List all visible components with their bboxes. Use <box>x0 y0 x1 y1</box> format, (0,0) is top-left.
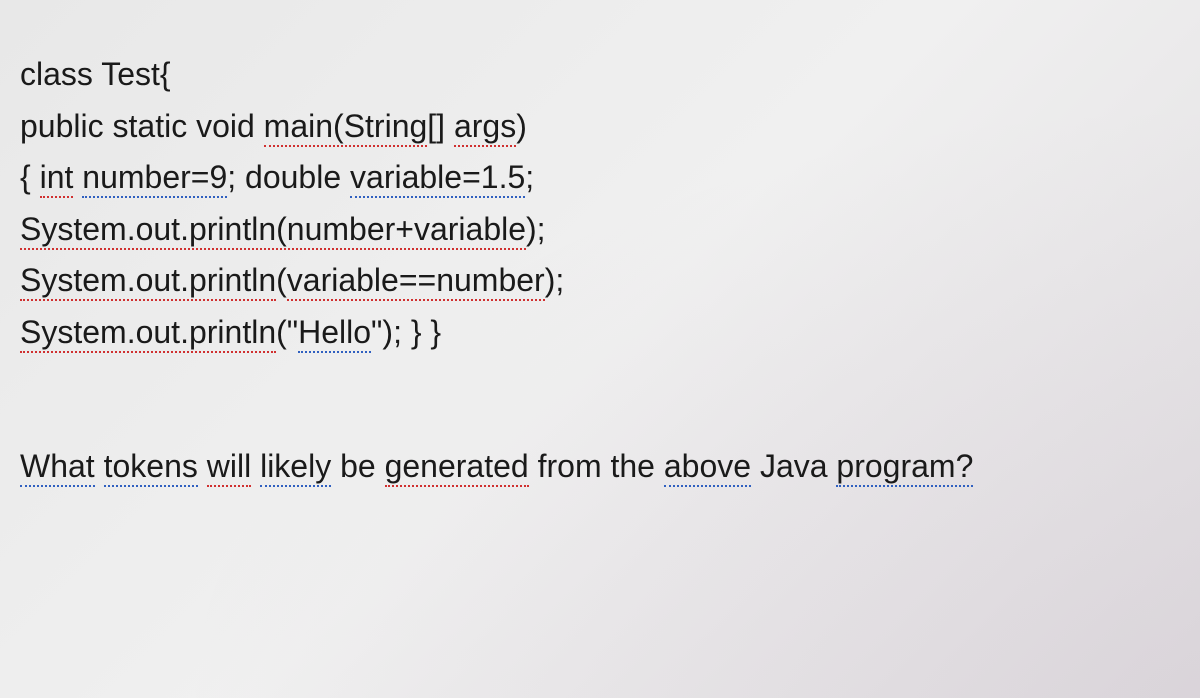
code-text: double <box>245 159 341 195</box>
space: be <box>331 448 384 484</box>
question-word: What <box>20 448 95 487</box>
code-text: ); <box>526 211 546 247</box>
question-word: likely <box>260 448 331 487</box>
code-text: void <box>196 108 255 144</box>
code-text: ( <box>276 262 287 298</box>
code-text: int <box>40 159 74 198</box>
code-text: public <box>20 108 104 144</box>
code-text: System.out.println <box>20 314 276 353</box>
code-text: { <box>20 159 31 195</box>
code-line-6: System.out.println("Hello"); } } <box>20 308 1180 358</box>
space: from the <box>529 448 664 484</box>
code-text: System.out.println(number+variable <box>20 211 526 250</box>
code-text: ; <box>227 159 236 195</box>
code-line-5: System.out.println(variable==number); <box>20 256 1180 306</box>
code-text: number=9 <box>82 159 227 198</box>
code-text: ); <box>545 262 565 298</box>
question-word: generated <box>385 448 529 487</box>
question-word: tokens <box>104 448 198 487</box>
space <box>251 448 260 484</box>
code-text: main(String <box>264 108 428 147</box>
code-text: args <box>454 108 516 147</box>
code-text: variable=1.5 <box>350 159 525 198</box>
code-text: [] <box>427 108 445 144</box>
code-line-3: { int number=9; double variable=1.5; <box>20 153 1180 203</box>
code-text: Hello <box>298 314 371 353</box>
space <box>95 448 104 484</box>
code-line-4: System.out.println(number+variable); <box>20 205 1180 255</box>
space: Java <box>751 448 836 484</box>
code-text: (" <box>276 314 298 350</box>
code-text: "); } } <box>371 314 441 350</box>
question-word: will <box>207 448 251 487</box>
code-text: class <box>20 56 93 92</box>
code-text: Test{ <box>93 56 171 92</box>
code-text: static <box>113 108 188 144</box>
code-line-1: class Test{ <box>20 50 1180 100</box>
code-text: ) <box>516 108 527 144</box>
code-block: class Test{ public static void main(Stri… <box>20 50 1180 358</box>
code-text: ; <box>525 159 534 195</box>
question-word: program? <box>836 448 973 487</box>
question-word: above <box>664 448 751 487</box>
question-text: What tokens will likely be generated fro… <box>20 448 1180 485</box>
code-line-2: public static void main(String[] args) <box>20 102 1180 152</box>
space <box>198 448 207 484</box>
code-text: variable==number <box>287 262 545 301</box>
code-text: System.out.println <box>20 262 276 301</box>
